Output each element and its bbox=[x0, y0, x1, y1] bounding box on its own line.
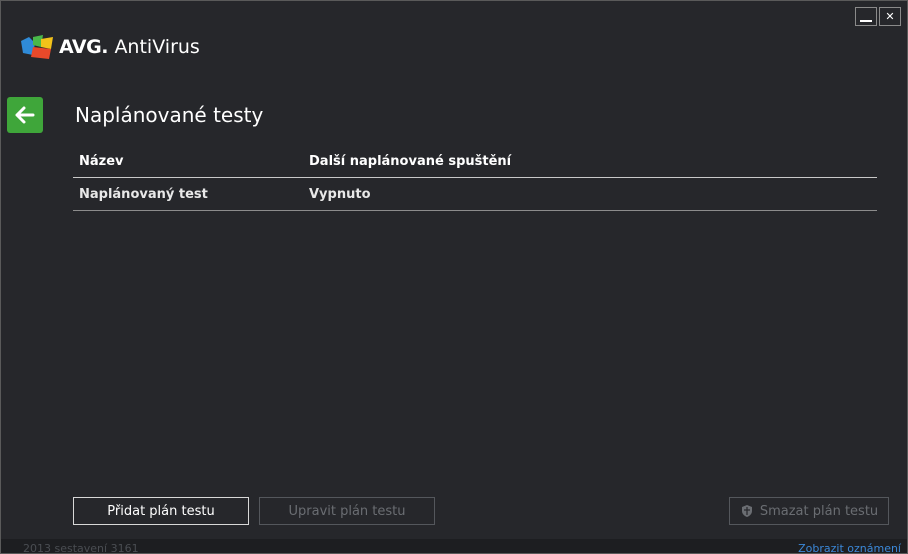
minimize-button[interactable] bbox=[855, 7, 877, 26]
delete-schedule-button[interactable]: Smazat plán testu bbox=[729, 497, 889, 525]
avg-logo-icon bbox=[21, 35, 53, 59]
column-header-name[interactable]: Název bbox=[73, 154, 309, 169]
action-buttons: Přidat plán testu Upravit plán testu Sma… bbox=[1, 497, 907, 525]
app-brand: AVG . AntiVirus bbox=[21, 35, 200, 59]
add-schedule-button[interactable]: Přidat plán testu bbox=[73, 497, 249, 525]
table-row[interactable]: Naplánovaný test Vypnuto bbox=[73, 178, 877, 211]
product-name: AntiVirus bbox=[114, 36, 200, 58]
brand-name: AVG bbox=[59, 36, 102, 58]
edit-schedule-button[interactable]: Upravit plán testu bbox=[259, 497, 435, 525]
brand-dot: . bbox=[101, 36, 109, 58]
close-icon: ✕ bbox=[885, 10, 895, 23]
page-title: Naplánované testy bbox=[75, 103, 264, 127]
shield-icon bbox=[741, 505, 752, 517]
build-info: 2013 sestavení 3161 bbox=[23, 542, 139, 554]
show-notifications-link[interactable]: Zobrazit oznámení bbox=[798, 542, 901, 553]
arrow-left-icon bbox=[15, 106, 35, 124]
status-bar: 2013 sestavení 3161 Zobrazit oznámení bbox=[1, 539, 907, 553]
back-button[interactable] bbox=[7, 97, 43, 133]
window-controls: ✕ bbox=[855, 7, 901, 26]
app-window: ✕ AVG . AntiVirus Naplánované testy Náze… bbox=[0, 0, 908, 554]
table-header: Název Další naplánované spuštění bbox=[73, 145, 877, 178]
scheduled-scans-table: Název Další naplánované spuštění Napláno… bbox=[73, 145, 877, 211]
close-button[interactable]: ✕ bbox=[879, 7, 901, 26]
cell-name: Naplánovaný test bbox=[79, 186, 208, 202]
delete-schedule-label: Smazat plán testu bbox=[759, 503, 879, 519]
cell-next-run: Vypnuto bbox=[309, 186, 371, 202]
column-header-next-run[interactable]: Další naplánované spuštění bbox=[309, 154, 877, 169]
